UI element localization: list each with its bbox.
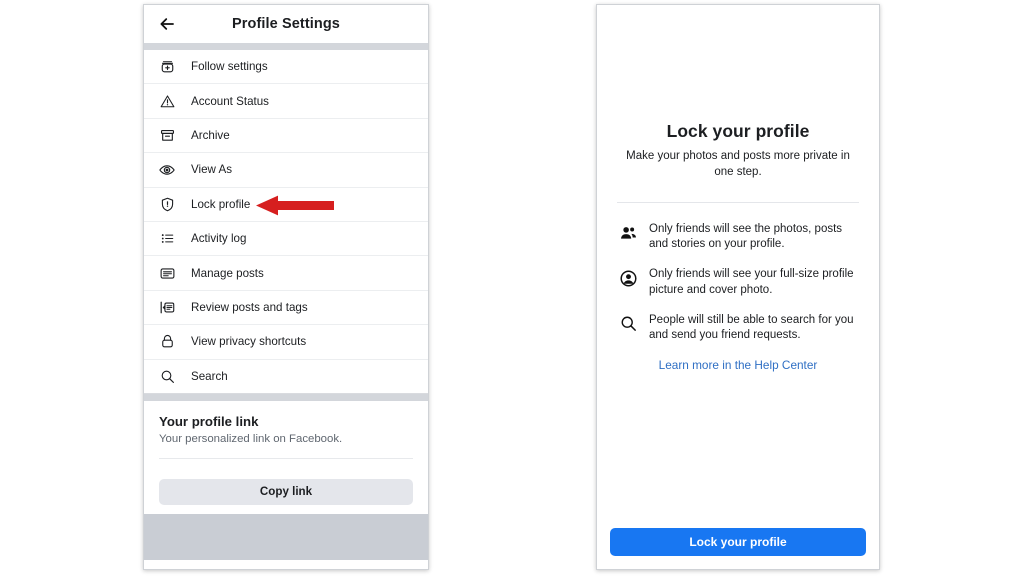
menu-item-label: Account Status: [191, 94, 269, 108]
header-separator-band: [144, 43, 428, 50]
menu-item-label: View privacy shortcuts: [191, 335, 307, 349]
benefit-item: Only friends will see your full-size pro…: [613, 267, 863, 297]
profile-settings-screen: Profile Settings Follow settings Account…: [143, 4, 429, 570]
settings-menu-list: Follow settings Account Status Archive V…: [144, 50, 428, 394]
menu-item-label: Follow settings: [191, 60, 268, 74]
activity-list-icon: [157, 229, 177, 249]
menu-item-review-posts-and-tags[interactable]: Review posts and tags: [144, 290, 428, 326]
red-left-arrow-annotation: [256, 195, 334, 216]
benefits-list: Only friends will see the photos, posts …: [613, 222, 863, 372]
search-icon: [157, 366, 177, 386]
people-icon: [619, 223, 641, 243]
bottom-gray-area: [144, 513, 428, 560]
lock-your-profile-screen: Lock your profile Make your photos and p…: [596, 4, 880, 570]
menu-item-view-as[interactable]: View As: [144, 153, 428, 188]
menu-item-activity-log[interactable]: Activity log: [144, 221, 428, 257]
benefit-text: Only friends will see the photos, posts …: [649, 223, 843, 251]
menu-item-label: Archive: [191, 128, 230, 142]
search-icon: [619, 314, 641, 334]
shield-lock-icon: [157, 194, 177, 214]
content-divider: [617, 202, 859, 204]
benefit-text: People will still be able to search for …: [649, 313, 854, 341]
menu-item-manage-posts[interactable]: Manage posts: [144, 256, 428, 291]
profile-link-title: Your profile link: [159, 413, 259, 429]
lock-profile-title: Lock your profile: [666, 121, 810, 141]
menu-item-lock-profile[interactable]: Lock profile: [144, 187, 428, 222]
menu-item-label: Search: [191, 369, 228, 383]
back-arrow-icon[interactable]: [158, 15, 176, 33]
profile-link-card: Your profile link Your personalized link…: [144, 400, 428, 459]
menu-item-follow-settings[interactable]: Follow settings: [144, 50, 428, 85]
profile-settings-header: Profile Settings: [144, 5, 428, 43]
page-title: Profile Settings: [232, 16, 340, 32]
copy-link-button[interactable]: Copy link: [159, 478, 413, 505]
menu-item-label: Manage posts: [191, 266, 264, 280]
benefit-item: Only friends will see the photos, posts …: [613, 222, 863, 252]
menu-item-search[interactable]: Search: [144, 359, 428, 394]
benefit-text: Only friends will see your full-size pro…: [649, 268, 854, 296]
lock-profile-content: Lock your profile Make your photos and p…: [597, 5, 879, 528]
menu-item-label: Activity log: [191, 232, 247, 246]
benefit-item: People will still be able to search for …: [613, 313, 863, 343]
copy-link-row: Copy link: [144, 458, 428, 514]
warning-triangle-icon: [157, 91, 177, 111]
section-separator-band: [144, 393, 428, 401]
menu-item-account-status[interactable]: Account Status: [144, 84, 428, 119]
menu-item-label: Review posts and tags: [191, 300, 308, 314]
archive-box-icon: [157, 125, 177, 145]
profile-link-subtitle: Your personalized link on Facebook.: [159, 432, 343, 445]
help-center-link[interactable]: Learn more in the Help Center: [613, 358, 863, 372]
padlock-icon: [157, 332, 177, 352]
top-spacer: [613, 5, 863, 121]
screenshot-stage: Profile Settings Follow settings Account…: [0, 0, 1024, 576]
eye-icon: [157, 160, 177, 180]
lock-profile-subtitle: Make your photos and posts more private …: [626, 150, 850, 178]
lock-profile-footer: Lock your profile: [597, 528, 879, 569]
menu-item-label: Lock profile: [191, 197, 251, 211]
menu-item-archive[interactable]: Archive: [144, 118, 428, 154]
review-posts-icon: [157, 297, 177, 317]
manage-posts-icon: [157, 263, 177, 283]
lock-your-profile-button[interactable]: Lock your profile: [610, 528, 866, 556]
menu-item-label: View As: [191, 163, 233, 177]
menu-item-view-privacy-shortcuts[interactable]: View privacy shortcuts: [144, 325, 428, 360]
person-circle-icon: [619, 268, 641, 288]
follow-settings-icon: [157, 57, 177, 77]
